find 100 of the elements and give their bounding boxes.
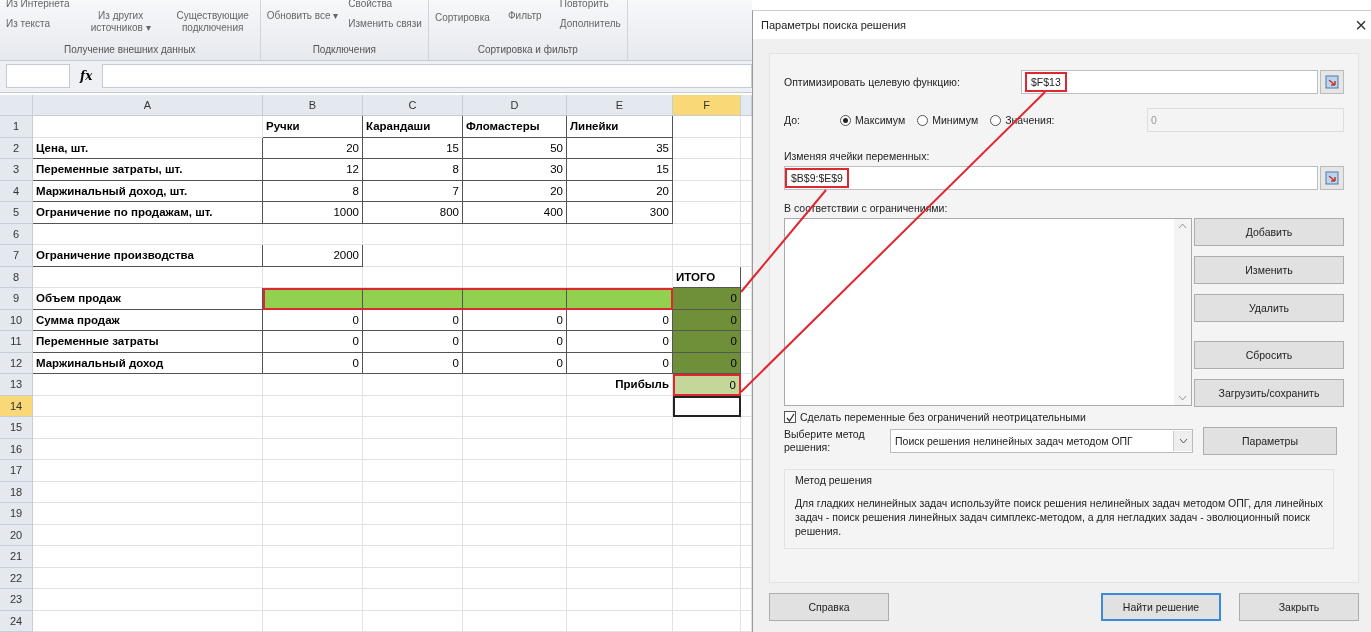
row-header[interactable]: 6 — [0, 223, 33, 245]
table-cell: Цена, шт. — [33, 137, 263, 159]
table-cell: 0 — [673, 352, 741, 374]
row-header[interactable]: 8 — [0, 266, 33, 288]
dialog-button[interactable]: Изменить — [1194, 256, 1344, 284]
row-header[interactable]: 7 — [0, 245, 33, 267]
row-header[interactable]: 22 — [0, 567, 33, 589]
table-cell: 0 — [567, 352, 673, 374]
row-header[interactable]: 23 — [0, 589, 33, 611]
table-cell: 8 — [263, 180, 363, 202]
scrollbar[interactable] — [1174, 219, 1191, 405]
column-header[interactable]: A — [33, 94, 263, 116]
row-header[interactable]: 21 — [0, 546, 33, 568]
column-header[interactable]: E — [567, 94, 673, 116]
table-cell: 20 — [263, 137, 363, 159]
table-cell: 1000 — [263, 202, 363, 224]
row-header[interactable]: 15 — [0, 417, 33, 439]
table-cell — [741, 610, 752, 632]
row-header[interactable]: 10 — [0, 309, 33, 331]
method-dropdown[interactable]: Поиск решения нелинейных задач методом ОПГ — [890, 429, 1193, 453]
ribbon-button[interactable]: Повторить — [559, 0, 621, 10]
radio-option[interactable]: Максимум — [840, 114, 906, 126]
row-header[interactable]: 2 — [0, 137, 33, 159]
table-cell — [741, 438, 752, 460]
ribbon-button[interactable]: Фильтр — [499, 10, 550, 22]
table-cell — [741, 245, 752, 267]
ribbon-button[interactable]: Сортировка — [434, 0, 490, 24]
table-cell: 0 — [363, 352, 463, 374]
row-header[interactable]: 1 — [0, 116, 33, 138]
dialog-button[interactable]: Найти решение — [1101, 593, 1221, 621]
table-cell — [741, 395, 752, 417]
row-header[interactable]: 19 — [0, 503, 33, 525]
radio-option[interactable]: Минимум — [917, 114, 979, 126]
table-cell — [741, 460, 752, 482]
checkbox[interactable] — [784, 411, 796, 423]
row-header[interactable]: 16 — [0, 438, 33, 460]
name-box[interactable] — [6, 64, 70, 88]
table-cell: 20 — [463, 180, 567, 202]
dialog-button[interactable]: Закрыть — [1239, 593, 1359, 621]
dialog-button[interactable]: Сбросить — [1194, 341, 1344, 369]
table-cell: 0 — [567, 309, 673, 331]
table-cell: 400 — [463, 202, 567, 224]
row-header[interactable]: 14 — [0, 395, 33, 417]
table-cell — [741, 589, 752, 611]
row-header[interactable]: 11 — [0, 331, 33, 353]
table-cell: 0 — [363, 331, 463, 353]
row-header[interactable]: 12 — [0, 352, 33, 374]
dialog-button[interactable]: Удалить — [1194, 294, 1344, 322]
table-cell — [673, 460, 741, 482]
table-cell — [741, 309, 752, 331]
column-header[interactable]: F — [673, 94, 741, 116]
table-cell: 50 — [463, 137, 567, 159]
field-label: Оптимизировать целевую функцию: — [784, 76, 961, 88]
group-label: Сортировка и фильтр — [476, 44, 579, 55]
table-cell — [673, 180, 741, 202]
range-picker-button[interactable] — [1320, 70, 1344, 94]
table-cell: Ручки — [263, 116, 363, 138]
row-header[interactable]: 20 — [0, 524, 33, 546]
column-header[interactable]: D — [463, 94, 567, 116]
column-header[interactable]: B — [263, 94, 363, 116]
ribbon-button[interactable]: Свойства — [348, 0, 422, 10]
ribbon-button[interactable]: Изменить связи — [348, 18, 422, 30]
table-cell: 300 — [567, 202, 673, 224]
ribbon-button[interactable]: Из Интернета — [6, 0, 70, 10]
column-header[interactable] — [741, 94, 752, 116]
row-header[interactable]: 3 — [0, 159, 33, 181]
objective-field[interactable]: $F$13 — [1021, 70, 1318, 94]
row-header[interactable]: 18 — [0, 481, 33, 503]
row-header[interactable]: 24 — [0, 610, 33, 632]
table-cell — [741, 503, 752, 525]
ribbon-button[interactable]: Существующие подключения — [171, 10, 254, 34]
row-header[interactable]: 13 — [0, 374, 33, 396]
dialog-button[interactable]: Добавить — [1194, 218, 1344, 246]
table-cell: 8 — [363, 159, 463, 181]
select-all-corner[interactable] — [0, 94, 33, 116]
row-header[interactable]: 4 — [0, 180, 33, 202]
constraints-list[interactable] — [784, 218, 1192, 406]
variables-field[interactable]: $B$9:$E$9 — [784, 166, 1318, 190]
table-cell — [673, 245, 741, 267]
row-header[interactable]: 17 — [0, 460, 33, 482]
row-header[interactable]: 9 — [0, 288, 33, 310]
field-value: $F$13 — [1025, 72, 1067, 92]
dialog-button[interactable]: Параметры — [1203, 427, 1337, 455]
column-header[interactable]: C — [363, 94, 463, 116]
ribbon-button[interactable]: Из других источников ▾ — [79, 10, 162, 34]
table-cell — [673, 417, 741, 439]
table-cell: Переменные затраты, шт. — [33, 159, 263, 181]
close-button[interactable]: × — [1355, 15, 1367, 35]
table-cell: Прибыль — [567, 374, 673, 396]
row-header[interactable]: 5 — [0, 202, 33, 224]
ribbon-button[interactable]: Дополнитель — [559, 18, 621, 30]
dialog-button[interactable]: Загрузить/сохранить — [1194, 379, 1344, 407]
formula-field[interactable] — [102, 64, 752, 88]
dialog-button[interactable]: Справка — [769, 593, 889, 621]
ribbon-button[interactable]: Обновить все ▾ — [266, 10, 339, 22]
table-cell — [741, 331, 752, 353]
range-picker-button[interactable] — [1320, 166, 1344, 190]
function-button[interactable]: fx — [80, 69, 93, 83]
ribbon-button[interactable]: Из текста — [6, 18, 70, 30]
window-title: Параметры поиска решения — [761, 19, 906, 31]
